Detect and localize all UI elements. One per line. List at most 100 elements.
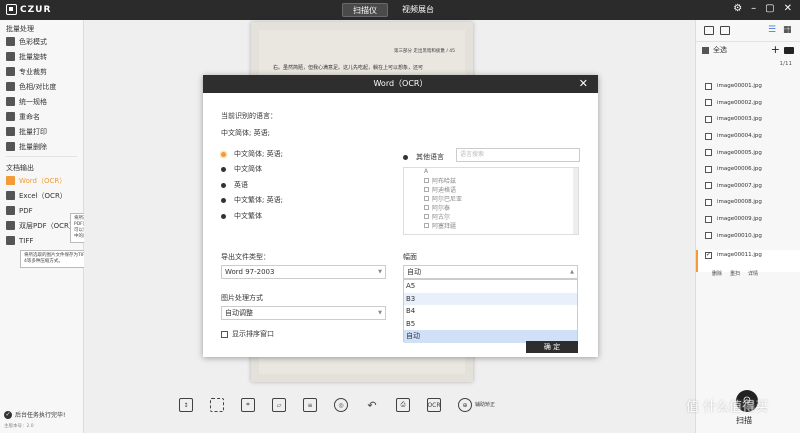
word-ocr-dialog: Word（OCR） ✕ 当前识别的语言： 中文简体; 英语; 中文简体; 英语;… (203, 75, 598, 357)
dual-view-icon[interactable] (720, 26, 730, 35)
sidebar-item-rotate[interactable]: 批量旋转 (0, 49, 83, 64)
lang-checkbox[interactable] (424, 178, 429, 183)
task-status: ✓ 后台任务执行完毕! (4, 410, 65, 419)
file-item[interactable]: image00008.jpg (696, 194, 800, 211)
file-item[interactable]: image00007.jpg (696, 178, 800, 195)
file-item[interactable]: image00004.jpg (696, 128, 800, 145)
dialog-title: Word（OCR） (373, 79, 428, 88)
single-view-icon[interactable] (704, 26, 714, 35)
select-all-row[interactable]: 全选 + (696, 42, 800, 58)
sidebar-item-label: PDF (19, 206, 33, 215)
lang-checkbox[interactable] (424, 187, 429, 192)
file-checkbox[interactable] (705, 215, 712, 223)
sidebar-item-color-mode[interactable]: 色彩模式 (0, 34, 83, 49)
scan-label: 扫描 (736, 416, 752, 425)
sidebar-item-rename[interactable]: 重命名 (0, 109, 83, 124)
dropdown-option[interactable]: B5 (404, 318, 577, 331)
sidebar-item-delete[interactable]: 批量删除 (0, 139, 83, 154)
lang-checkbox[interactable] (424, 223, 429, 228)
radio-zh-hant[interactable]: 中文繁体 (221, 211, 262, 221)
radio-zh-hant-en[interactable]: 中文繁体; 英语; (221, 195, 283, 205)
lang-item[interactable]: 阿尔泰 (404, 203, 578, 212)
lang-group-header: A (424, 168, 429, 175)
show-order-row[interactable]: 显示排序窗口 (221, 329, 274, 339)
page-size-select[interactable]: 自动 ▲ (403, 265, 578, 279)
top-tabs: 扫描仪 视频展台 (342, 3, 444, 17)
lang-checkbox[interactable] (424, 196, 429, 201)
lang-item[interactable]: 阿塞拜疆 (404, 221, 578, 230)
close-icon[interactable]: ✕ (784, 3, 792, 14)
tab-scanner[interactable]: 扫描仪 (342, 3, 388, 17)
sidebar-item-word-ocr[interactable]: Word（OCR） (0, 173, 83, 188)
file-checkbox[interactable] (705, 182, 712, 190)
lang-checkbox[interactable] (424, 214, 429, 219)
sidebar-item-label: TIFF (19, 236, 34, 245)
file-name: image00002.jpg (717, 99, 762, 106)
file-item-active[interactable]: image00011.jpg (696, 249, 800, 272)
file-item[interactable]: image00002.jpg (696, 95, 800, 112)
radio-en[interactable]: 英语 (221, 180, 248, 190)
gear-icon[interactable]: ⚙ (733, 3, 742, 14)
logo-text: CZUR (20, 4, 52, 15)
lang-search-input[interactable]: 语言搜索 (456, 148, 580, 162)
file-item[interactable]: image00010.jpg (696, 227, 800, 244)
file-checkbox[interactable] (705, 198, 712, 206)
lang-item[interactable]: 阿古尔 (404, 212, 578, 221)
lang-item[interactable]: 阿尔巴尼亚 (404, 194, 578, 203)
image-proc-select[interactable]: 自动调整 ▼ (221, 306, 386, 320)
file-checkbox[interactable] (705, 149, 712, 157)
lang-checkbox[interactable] (424, 205, 429, 210)
list-view-icon[interactable]: ☰ (768, 26, 778, 35)
show-order-checkbox[interactable] (221, 330, 228, 338)
file-name: image00004.jpg (717, 133, 762, 140)
file-item[interactable]: image00006.jpg (696, 161, 800, 178)
file-checkbox[interactable] (705, 82, 712, 90)
close-icon[interactable]: ✕ (579, 75, 588, 93)
dropdown-option[interactable]: B4 (404, 305, 577, 318)
grid-view-icon[interactable]: ▦ (783, 26, 792, 35)
sidebar-item-label: 双层PDF（OCR） (19, 221, 76, 230)
radio-other-lang[interactable]: 其他语言 (403, 152, 444, 162)
minimize-icon[interactable]: – (751, 3, 756, 14)
page-indicator: 1/11 (779, 61, 792, 67)
file-checkbox[interactable] (705, 165, 712, 173)
ok-button[interactable]: 确 定 (526, 341, 578, 353)
details-link[interactable]: 详情 (748, 270, 758, 277)
lang-item[interactable]: 阿迪格语 (404, 185, 578, 194)
dropdown-option[interactable]: B3 (404, 292, 577, 306)
radio-label: 中文繁体 (234, 212, 262, 220)
select-all-checkbox[interactable] (702, 46, 709, 54)
file-checkbox[interactable] (705, 115, 712, 123)
add-icon[interactable]: + (771, 44, 780, 55)
file-item[interactable]: image00003.jpg (696, 111, 800, 128)
radio-icon (221, 182, 226, 188)
file-checkbox[interactable] (705, 232, 712, 240)
sidebar-item-crop[interactable]: 专业裁剪 (0, 64, 83, 79)
radio-zh-hans-en[interactable]: 中文简体; 英语; (221, 149, 283, 159)
file-checkbox[interactable] (705, 132, 712, 140)
delete-link[interactable]: 删除 (712, 270, 722, 277)
file-checkbox[interactable] (705, 99, 712, 107)
sidebar-item-excel-ocr[interactable]: Excel（OCR） (0, 188, 83, 203)
sidebar-item-label: 色相/对比度 (19, 82, 57, 91)
folder-icon[interactable] (784, 46, 794, 54)
export-type-label: 导出文件类型： (221, 253, 270, 261)
file-name: image00007.jpg (717, 182, 762, 189)
file-item[interactable]: image00005.jpg (696, 144, 800, 161)
dropdown-option[interactable]: A5 (404, 280, 577, 293)
radio-zh-hans[interactable]: 中文简体 (221, 164, 262, 174)
maximize-icon[interactable]: ▢ (765, 3, 774, 14)
sidebar-item-uniform-size[interactable]: 统一规格 (0, 94, 83, 109)
lang-item[interactable]: 阿布哈兹 (404, 176, 578, 185)
rescan-link[interactable]: 重扫 (730, 270, 740, 277)
sidebar-item-hue-contrast[interactable]: 色相/对比度 (0, 79, 83, 94)
file-item[interactable]: image00009.jpg (696, 211, 800, 228)
sidebar-item-print[interactable]: 批量打印 (0, 124, 83, 139)
lang-scrollbar[interactable] (573, 168, 578, 234)
export-type-select[interactable]: Word 97-2003 ▼ (221, 265, 386, 279)
file-item[interactable]: image00001.jpg (696, 78, 800, 95)
lang-list: A 阿布哈兹 阿迪格语 阿尔巴尼亚 阿尔泰 阿古尔 阿塞拜疆 (403, 167, 579, 235)
lang-label: 阿古尔 (432, 214, 451, 221)
file-checkbox[interactable] (705, 251, 712, 259)
tab-video-booth[interactable]: 视频展台 (392, 3, 444, 17)
